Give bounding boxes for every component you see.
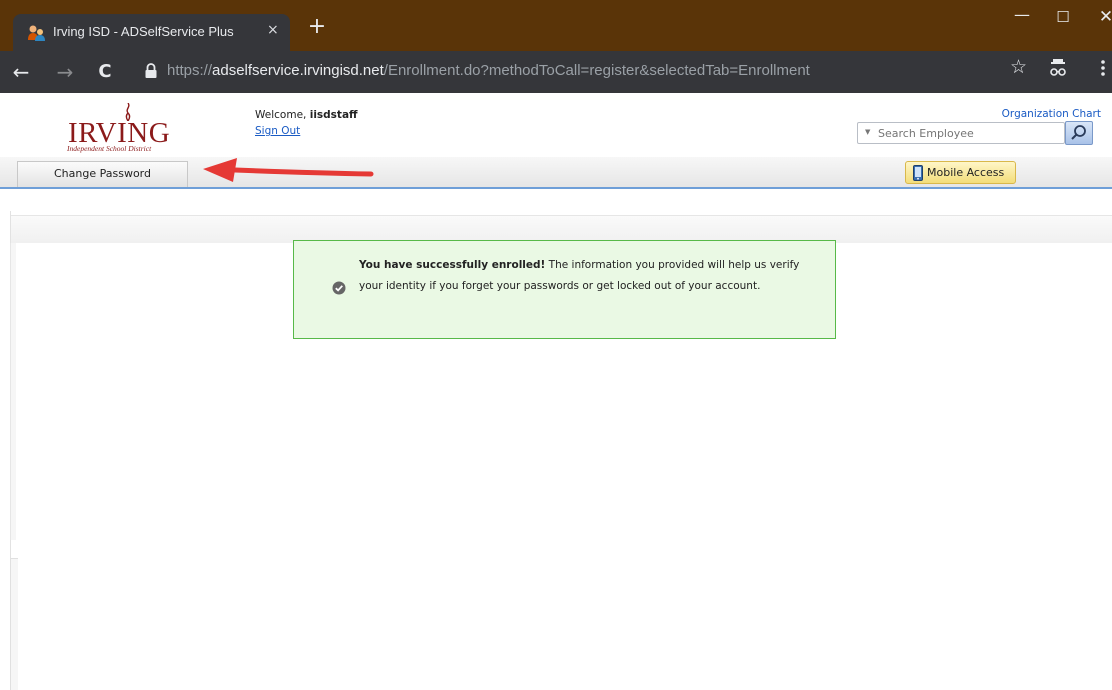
check-circle-icon [332,281,346,295]
browser-titlebar: Irving ISD - ADSelfService Plus × + — ☐ … [0,0,1112,51]
reload-button[interactable]: C [90,57,120,87]
sign-out-link[interactable]: Sign Out [255,125,300,137]
address-bar[interactable]: https://adselfservice.irvingisd.net/Enro… [132,55,1092,87]
app-tabbar: Change Password Mobile Access [0,157,1112,189]
url-scheme: https:// [167,62,213,79]
new-tab-button[interactable]: + [303,14,331,42]
browser-tab[interactable]: Irving ISD - ADSelfService Plus × [13,14,290,51]
mobile-phone-icon [913,165,923,181]
magnifier-icon [1071,125,1086,140]
page-viewport: IRVING Independent School District Welco… [0,93,1112,690]
search-dropdown-caret-icon[interactable]: ▼ [865,128,870,136]
tab-title: Irving ISD - ADSelfService Plus [53,24,234,39]
url-text: https://adselfservice.irvingisd.net/Enro… [167,62,810,79]
mobile-access-button[interactable]: Mobile Access [905,161,1016,184]
app-header: IRVING Independent School District Welco… [0,93,1112,157]
forward-button[interactable]: → [50,57,80,87]
username: iisdstaff [309,109,358,121]
success-heading: You have successfully enrolled! [359,259,546,271]
enrollment-success-message: You have successfully enrolled! The info… [293,240,836,339]
bookmark-star-icon[interactable]: ☆ [1010,56,1027,78]
url-host: adselfservice.irvingisd.net [212,62,384,79]
organization-chart-link[interactable]: Organization Chart [1002,108,1101,120]
search-employee-box[interactable]: ▼ [857,122,1065,144]
welcome-prefix: Welcome, [255,109,310,121]
incognito-extension-icon[interactable] [1048,58,1068,78]
tab-change-password[interactable]: Change Password [17,161,188,187]
maximize-button[interactable]: ☐ [1040,4,1086,30]
lock-icon [145,63,157,78]
minimize-button[interactable]: — [999,4,1045,30]
welcome-text: Welcome, iisdstaff [255,109,358,121]
browser-toolbar: ← → C https://adselfservice.irvingisd.ne… [0,51,1112,93]
left-rail [10,243,16,540]
url-path: /Enrollment.do?methodToCall=register&sel… [383,62,810,79]
adselfservice-favicon-icon [28,25,45,41]
irving-isd-logo[interactable]: IRVING Independent School District [14,100,238,155]
mobile-access-label: Mobile Access [927,166,1005,179]
back-button[interactable]: ← [6,57,36,87]
logo-subtitle: Independent School District [67,144,152,153]
close-window-button[interactable]: ✕ [1083,4,1112,30]
annotation-arrow [203,158,374,182]
success-text: You have successfully enrolled! The info… [359,255,819,297]
left-rail-lower [10,558,18,690]
search-employee-input[interactable] [878,125,1058,142]
search-button[interactable] [1065,121,1093,145]
tab-close-icon[interactable]: × [267,22,279,38]
content-toolbar-strip [11,215,1112,243]
browser-menu-icon[interactable] [1100,58,1106,78]
